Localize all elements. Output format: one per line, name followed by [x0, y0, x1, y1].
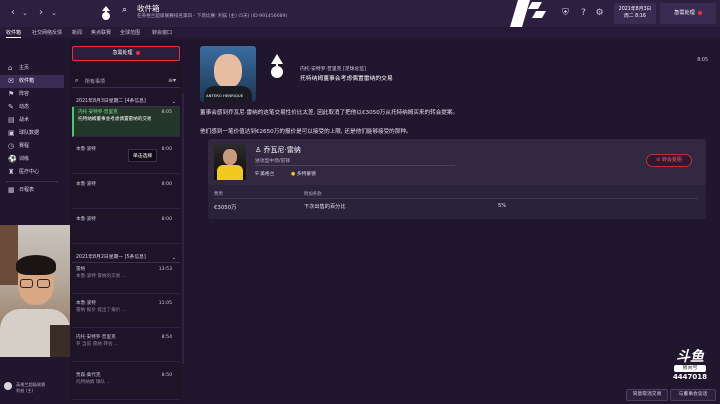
- avatar: [4, 382, 12, 390]
- sidebar-item-training[interactable]: ⚽ 训练: [0, 153, 64, 166]
- sidebar-item-home[interactable]: ⌂ 主页: [0, 62, 64, 75]
- chevron-down-icon: ⌄: [171, 255, 176, 261]
- tactics-icon: ▤: [8, 116, 15, 124]
- forward-arrow-icon[interactable]: ›: [34, 6, 48, 20]
- urgent-button[interactable]: 急需处理: [72, 46, 180, 61]
- player-photo[interactable]: [214, 144, 246, 180]
- help-icon[interactable]: ?: [578, 8, 589, 19]
- player-position: 进攻型中场/前锋: [255, 159, 291, 164]
- club-crest-icon[interactable]: [266, 50, 288, 82]
- transfer-card: ♙ 乔瓦尼·雷纳 进攻型中场/前锋 ⛨ 美格兰 ● 多特蒙德 ⊘ 转会受阻 费用…: [208, 139, 706, 219]
- message-item[interactable]: 内托·安特罗·普里克 8:54 罗 当前 雷纳 转会 ...: [72, 332, 180, 362]
- pencil-icon: ✎: [8, 103, 14, 111]
- clock-icon: ◷: [8, 142, 15, 150]
- sidebar: ⌂ 主页 ✉ 收件箱 ⚑ 阵容 ✎ 动态 ▤ 战术 ▣ 球队数据 ◷ 赛程 ⚽ 训练 ♜ 医疗中心…: [0, 62, 64, 197]
- sidebar-item-tactics[interactable]: ▤ 战术: [0, 114, 64, 127]
- home-icon: ⌂: [8, 64, 13, 72]
- continue-button[interactable]: 急需处理: [660, 3, 716, 24]
- tab-social[interactable]: 社交网络反馈: [32, 29, 62, 36]
- message-item[interactable]: 雷格 13:53 本鲁·波特 雷纳的交易 ...: [72, 264, 180, 294]
- sidebar-item-dynamics[interactable]: ✎ 动态: [0, 101, 64, 114]
- mail-icon: ✉: [8, 77, 14, 85]
- gear-icon[interactable]: ⚙: [594, 8, 605, 19]
- webcam-overlay: [0, 225, 70, 357]
- dropdown-arrow-icon[interactable]: ⌄: [47, 6, 61, 20]
- player-name[interactable]: ♙ 乔瓦尼·雷纳: [255, 145, 301, 155]
- message-item[interactable]: 贾森·桑代克 8:50 托特纳姆 球队 ...: [72, 370, 180, 400]
- tab-transfer-window[interactable]: 转会窗口: [152, 29, 172, 36]
- dropdown-arrow-icon[interactable]: ⌄: [18, 6, 32, 20]
- sender-name[interactable]: 内托·安特罗·普里克 [足球总监]: [300, 65, 366, 72]
- data-icon: ▣: [8, 129, 15, 137]
- clause-value: 下次出售的百分比: [304, 204, 346, 210]
- message-body: 董事会感到乔瓦尼·雷纳的这笔交易性价比太差, 因此取消了把他以€3050万从托特…: [200, 110, 459, 116]
- tooltip: 单击选择: [128, 149, 158, 162]
- alert-dot-icon: [135, 50, 140, 55]
- agree-cancel-button[interactable]: 同意取消交易: [626, 389, 668, 401]
- sidebar-item-calendar[interactable]: ▦ 日程表: [0, 184, 64, 197]
- message-item[interactable]: 本鲁·波特 8:00: [72, 144, 180, 174]
- position-icon: ♙: [255, 146, 264, 154]
- club-crest-icon[interactable]: [98, 3, 114, 23]
- tab-inbox[interactable]: 收件箱: [6, 29, 22, 38]
- search-icon[interactable]: ⌕: [122, 5, 132, 15]
- sender-photo[interactable]: ANTERO HENRIQUE: [200, 46, 256, 102]
- sidebar-item-squad[interactable]: ⚑ 阵容: [0, 88, 64, 101]
- brand-stripes-icon: [510, 0, 546, 27]
- medical-icon: ♜: [8, 168, 15, 176]
- calendar-icon: ▦: [8, 186, 15, 194]
- date-group-header[interactable]: 2021年8月2日星期一 [5条信息] ⌄: [72, 253, 180, 263]
- player-club[interactable]: ● 多特蒙德: [291, 170, 316, 177]
- flag-icon: ⚑: [8, 90, 15, 98]
- transfer-blocked-button[interactable]: ⊘ 转会受阻: [646, 154, 692, 167]
- talk-to-board-button[interactable]: 与董事会谈话: [670, 389, 716, 401]
- message-list-panel: 急需处理 ⌕ 所有事项 ≡▾ 2021年8月3日星期二 [4条信息] ⌄ 内托·安…: [70, 40, 182, 402]
- sub-tabs: 收件箱 社交网络反馈 新闻 焦点联赛 全球范围 转会窗口: [0, 27, 720, 38]
- sidebar-item-inbox[interactable]: ✉ 收件箱: [0, 75, 64, 88]
- ball-icon: ⚽: [8, 155, 17, 163]
- search-icon: ⌕: [75, 77, 79, 84]
- sidebar-item-team-data[interactable]: ▣ 球队数据: [0, 127, 64, 140]
- search-input[interactable]: ⌕ 所有事项 ≡▾: [72, 75, 180, 88]
- message-time: 8:05: [697, 58, 708, 63]
- tab-global[interactable]: 全球范围: [120, 29, 140, 36]
- message-subject: 托特纳姆董事会考虑偶置雷纳的交易: [300, 76, 393, 82]
- clause-percent: 5%: [498, 203, 507, 209]
- message-item[interactable]: 本鲁·波特 11:05 雷纳 报价 提出了报价 ...: [72, 298, 180, 328]
- message-body: 他们感到一笔价值达到€2650万的报价是可以接受的上限, 还是他们能够接受的那种…: [200, 129, 412, 135]
- message-item[interactable]: 本鲁·波特 8:00: [72, 214, 180, 244]
- message-item[interactable]: 本鲁·波特 8:00: [72, 179, 180, 209]
- tab-news[interactable]: 新闻: [72, 29, 82, 36]
- top-bar: ‹ ⌄ › ⌄ ⌕ 收件箱 在英格兰超级联赛排名第四 - 下场比赛: 利兹 (主…: [0, 0, 720, 27]
- stream-watermark: 斗鱼 房间号 4447018: [672, 349, 708, 381]
- sidebar-footer[interactable]: 英格兰超级联赛 利兹 (主): [4, 382, 45, 394]
- sidebar-divider: [6, 181, 58, 182]
- sidebar-item-schedule[interactable]: ◷ 赛程: [0, 140, 64, 153]
- message-item[interactable]: 内托·安特罗·普里克 8:05 托特纳姆董事会考虑偶置雷纳的交易: [72, 107, 180, 137]
- fee-value: €3050万: [214, 205, 237, 211]
- sidebar-item-medical[interactable]: ♜ 医疗中心: [0, 166, 64, 179]
- filter-icon[interactable]: ≡▾: [168, 77, 176, 84]
- alert-dot-icon: [697, 10, 702, 15]
- tab-focus-leagues[interactable]: 焦点联赛: [91, 29, 111, 36]
- message-content: ANTERO HENRIQUE 内托·安特罗·普里克 [足球总监] 托特纳姆董事…: [196, 40, 718, 380]
- page-subtitle: 在英格兰超级联赛排名第四 - 下场比赛: 利兹 (主) (5天) (ID:991…: [137, 14, 288, 19]
- player-nationality[interactable]: ⛨ 美格兰: [255, 170, 275, 177]
- fee-header: 费用: [214, 192, 223, 197]
- game-date[interactable]: 2021年8月3日 周二 8:16: [614, 3, 656, 24]
- clause-header: 附加条款: [304, 192, 322, 197]
- date-group-header[interactable]: 2021年8月3日星期二 [4条信息] ⌄: [72, 97, 180, 107]
- shield-icon[interactable]: ⛨: [560, 8, 571, 19]
- chevron-down-icon: ⌄: [171, 99, 176, 105]
- scrollbar[interactable]: [182, 94, 184, 364]
